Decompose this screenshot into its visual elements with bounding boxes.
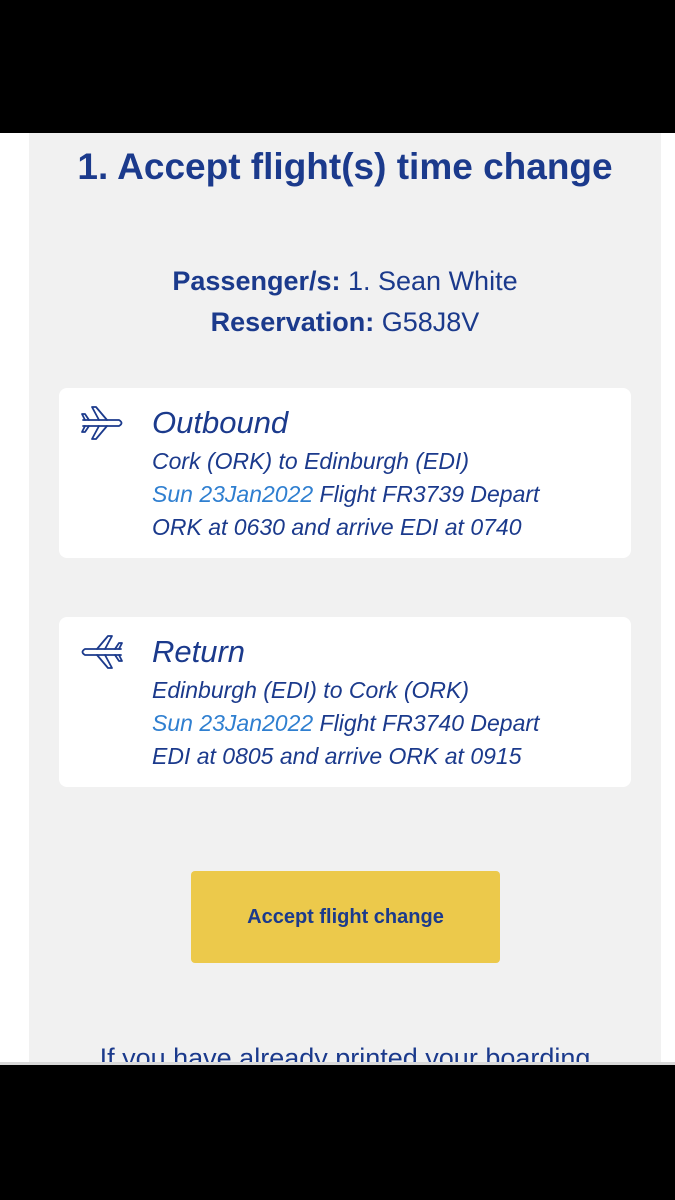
return-flight-line: Sun 23Jan2022 Flight FR3740 Depart [152, 707, 622, 740]
reservation-info: Reservation: G58J8V [29, 302, 661, 342]
outbound-date-link[interactable]: Sun 23Jan2022 [152, 481, 313, 507]
outbound-flight-line: Sun 23Jan2022 Flight FR3739 Depart [152, 478, 622, 511]
content-panel: 1. Accept flight(s) time change Passenge… [29, 133, 661, 1065]
page-title: 1. Accept flight(s) time change [77, 146, 613, 187]
outbound-flight-number: Flight FR3739 Depart [313, 481, 540, 507]
outbound-times: ORK at 0630 and arrive EDI at 0740 [152, 514, 522, 540]
email-viewport[interactable]: 1. Accept flight(s) time change Passenge… [0, 133, 675, 1065]
outbound-details: Outbound Cork (ORK) to Edinburgh (EDI) S… [152, 403, 622, 544]
return-times: EDI at 0805 and arrive ORK at 0915 [152, 743, 522, 769]
return-route: Edinburgh (EDI) to Cork (ORK) [152, 677, 469, 703]
reservation-value: G58J8V [381, 307, 480, 337]
passenger-value: 1. Sean White [348, 266, 518, 296]
return-heading: Return [152, 634, 246, 669]
accept-flight-change-button[interactable]: Accept flight change [191, 871, 500, 963]
return-flight-card: Return Edinburgh (EDI) to Cork (ORK) Sun… [59, 617, 631, 787]
passenger-label: Passenger/s: [172, 266, 341, 296]
boarding-pass-notice: If you have already printed your boardin… [99, 1043, 591, 1065]
reservation-label: Reservation: [210, 307, 375, 337]
outbound-flight-card: Outbound Cork (ORK) to Edinburgh (EDI) S… [59, 388, 631, 558]
plane-departure-icon [81, 406, 123, 440]
outbound-route: Cork (ORK) to Edinburgh (EDI) [152, 448, 469, 474]
passenger-info: Passenger/s: 1. Sean White [29, 261, 661, 301]
plane-return-icon [81, 635, 123, 669]
viewport-divider [0, 1062, 675, 1065]
return-details: Return Edinburgh (EDI) to Cork (ORK) Sun… [152, 632, 622, 773]
return-date-link[interactable]: Sun 23Jan2022 [152, 710, 313, 736]
screen: 1. Accept flight(s) time change Passenge… [0, 0, 675, 1200]
return-flight-number: Flight FR3740 Depart [313, 710, 540, 736]
outbound-heading: Outbound [152, 405, 289, 440]
